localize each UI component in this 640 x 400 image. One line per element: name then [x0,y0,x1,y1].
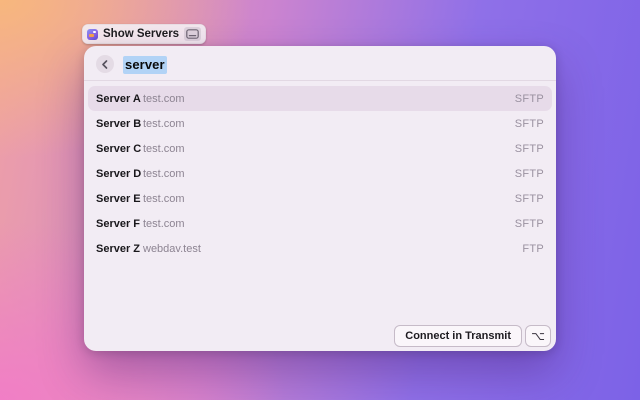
server-name: Server D [96,167,142,180]
back-button[interactable] [96,55,114,73]
desktop-background: Show Servers server Server A test.com SF… [0,0,640,400]
server-protocol: FTP [522,242,544,255]
search-bar: server [84,46,556,80]
option-key-icon: ⌥ [531,329,545,343]
server-name: Server A [96,92,141,105]
server-name: Server F [96,217,141,230]
server-protocol: SFTP [514,192,544,205]
show-servers-pill[interactable]: Show Servers [82,24,207,44]
server-row-a[interactable]: Server A test.com SFTP [88,86,552,111]
connect-button[interactable]: Connect in Transmit [394,325,522,347]
server-row-d[interactable]: Server D test.com SFTP [88,161,552,186]
server-host: webdav.test [143,242,201,255]
action-bar: Connect in Transmit ⌥ [394,325,551,347]
server-host: test.com [143,92,185,105]
server-name: Server Z [96,242,141,255]
transmit-app-icon [87,28,98,40]
server-list: Server A test.com SFTP Server B test.com… [84,81,556,261]
keyboard-icon [184,27,202,41]
server-row-b[interactable]: Server B test.com SFTP [88,111,552,136]
option-key-button[interactable]: ⌥ [525,325,551,347]
chevron-left-icon [102,59,108,69]
server-protocol: SFTP [514,92,544,105]
server-host: test.com [143,167,185,180]
server-row-e[interactable]: Server E test.com SFTP [88,186,552,211]
server-host: test.com [143,192,185,205]
server-name: Server E [96,192,141,205]
search-input[interactable]: server [123,55,167,74]
server-name: Server C [96,142,142,155]
server-protocol: SFTP [514,167,544,180]
server-protocol: SFTP [514,217,544,230]
server-row-z[interactable]: Server Z webdav.test FTP [88,236,552,261]
server-host: test.com [143,217,185,230]
quick-connect-panel: server Server A test.com SFTP Server B t… [84,46,556,351]
pill-label: Show Servers [103,28,180,40]
server-host: test.com [143,117,185,130]
server-host: test.com [143,142,185,155]
server-row-c[interactable]: Server C test.com SFTP [88,136,552,161]
server-row-f[interactable]: Server F test.com SFTP [88,211,552,236]
server-protocol: SFTP [514,142,544,155]
server-name: Server B [96,117,142,130]
search-text-selection: server [123,55,167,74]
server-protocol: SFTP [514,117,544,130]
